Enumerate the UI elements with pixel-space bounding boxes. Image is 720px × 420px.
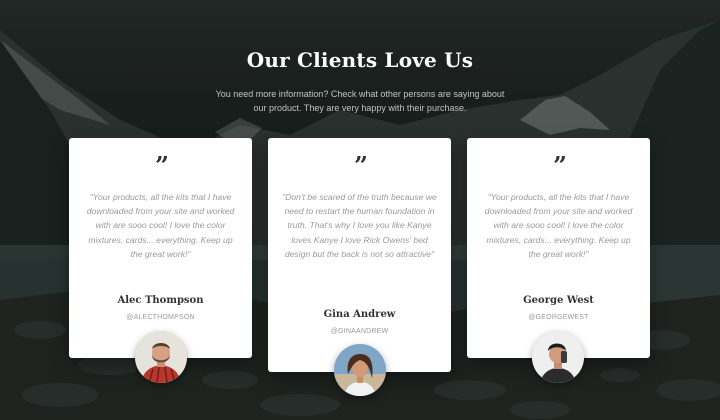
testimonial-card-george: ” "Your products, all the kits that I ha… [467,138,650,358]
testimonial-quote: "Your products, all the kits that I have… [86,192,235,259]
avatar-george-west [532,331,584,383]
section-subtitle: You need more information? Check what ot… [215,89,505,113]
avatar-gina-andrew [334,344,386,396]
testimonial-card-alec: ” "Your products, all the kits that I ha… [69,138,252,358]
testimonial-handle: @GINAANDREW [330,328,389,335]
testimonial-handle: @ALECTHOMPSON [126,314,195,321]
testimonial-card-gina: ” "Don't be scared of the truth because … [268,138,451,372]
quote-icon: ” [155,151,169,180]
avatar-alec-thompson [135,331,187,383]
section-title: Our Clients Love Us [246,48,474,72]
testimonial-quote: "Your products, all the kits that I have… [484,192,633,259]
testimonials-section: Our Clients Love Us You need more inform… [0,0,720,420]
testimonial-name: Gina Andrew [323,309,396,320]
quote-icon: ” [553,151,567,180]
quote-icon: ” [354,151,368,180]
testimonial-name: George West [523,295,594,306]
testimonial-handle: @GEORGEWEST [528,314,589,321]
testimonial-quote: "Don't be scared of the truth because we… [282,192,437,259]
testimonial-name: Alec Thompson [117,295,204,306]
